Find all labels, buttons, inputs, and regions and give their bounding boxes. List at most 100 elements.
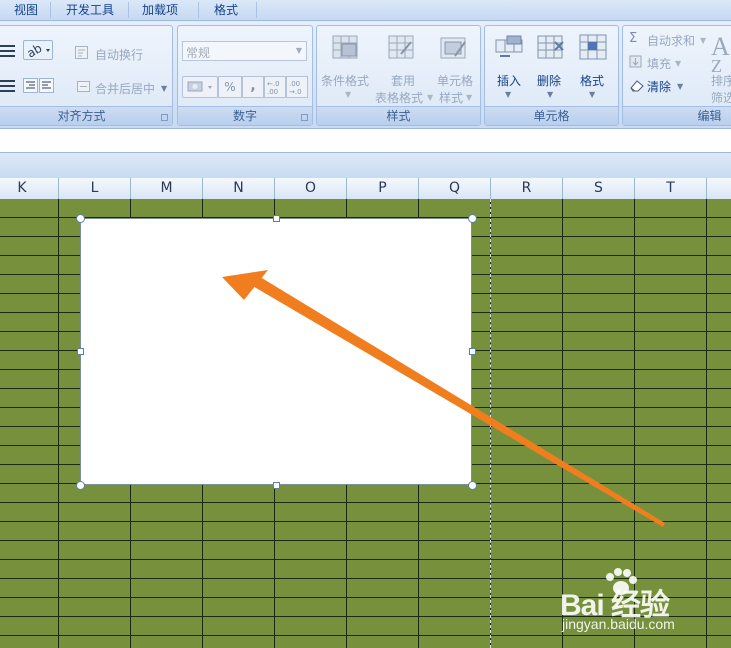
orientation-button[interactable]: ab [23,40,53,61]
fill-button[interactable]: 填充 [647,55,671,72]
format-cells-icon [579,34,607,60]
chevron-down-icon: ▼ [161,84,168,93]
formula-bar-gap [0,128,731,153]
delete-cells-icon [537,35,564,59]
sigma-icon: Σ [629,31,638,46]
format-as-table-icon [388,35,414,59]
cell-styles-icon [440,37,466,59]
tab-format[interactable]: 格式 [214,0,238,20]
format-as-table-label-1: 套用 [391,74,416,88]
baidu-jingyan-watermark: Bai 经验 jingyan.baidu.com [560,568,730,643]
tab-separator [50,2,51,18]
cells-group: 插入 ▼ 删除 ▼ 格式 ▼ 单元格 [484,25,619,126]
svg-text:.00: .00 [267,88,278,96]
increase-decimal-icon: ←.0 .00 [267,80,280,96]
formula-bar[interactable] [0,152,731,179]
svg-text:ab: ab [24,41,44,59]
chevron-down-icon: ▼ [547,90,554,99]
percent-button[interactable]: % [218,76,242,98]
alignment-group-title: 对齐方式 [0,106,172,125]
format-as-table-button[interactable]: 表格格式 [375,89,423,106]
resize-handle-bottom-left[interactable] [76,481,85,490]
column-header-o[interactable]: O [275,178,347,199]
tab-developer[interactable]: 开发工具 [66,0,114,20]
column-header-t[interactable]: T [635,178,707,199]
resize-handle-top-left[interactable] [76,214,85,223]
watermark-site: jingyan.baidu.com [562,616,675,632]
resize-handle-top-right[interactable] [468,214,477,223]
chevron-down-icon: ▼ [700,36,707,45]
currency-icon [187,81,212,92]
dialog-launcher-icon[interactable] [161,114,168,121]
dialog-launcher-icon[interactable] [301,114,308,121]
tab-view[interactable]: 视图 [14,0,38,20]
number-title-text: 数字 [232,109,257,123]
align-right-icon[interactable] [0,79,17,93]
comma-style-button[interactable]: , [242,76,264,98]
number-group: 常规 ▼ % , ←.0 .00 .00 →.0 数字 [177,25,313,126]
column-header-m[interactable]: M [131,178,203,199]
chevron-down-icon: ▼ [505,90,512,99]
editing-group: Σ 自动求和 ▼ 填充 ▼ 清除 ▼ A Z 排序 筛选 编辑 [622,25,731,126]
tab-separator [128,2,129,18]
decrease-decimal-button[interactable]: .00 →.0 [286,76,308,98]
tab-separator [256,2,257,18]
column-header-k[interactable]: K [0,178,59,199]
sort-filter-label-1: 排序 [711,74,731,88]
inserted-shape[interactable] [80,218,472,485]
svg-text:.00: .00 [289,80,300,88]
cell-styles-label-1: 单元格 [437,74,474,88]
resize-handle-right[interactable] [469,348,476,355]
resize-handle-bottom-right[interactable] [468,481,477,490]
column-header-r[interactable]: R [491,178,563,199]
page-break-line [490,199,491,648]
conditional-format-icon [332,35,358,59]
autosum-button[interactable]: 自动求和 [647,32,695,49]
resize-handle-left[interactable] [77,348,84,355]
delete-button[interactable]: 删除 [537,72,561,89]
conditional-format-button[interactable]: 条件格式 [321,72,369,89]
alignment-group: ab 自动换行 合并后居中 ▼ 对齐方式 [0,25,173,126]
chevron-down-icon: ▼ [466,93,473,102]
styles-group-title: 样式 [317,106,480,125]
column-header-s[interactable]: S [563,178,635,199]
clear-button[interactable]: 清除 [647,78,671,95]
editing-title-text: 编辑 [697,109,722,123]
ribbon-tab-bar: 视图 开发工具 加载项 格式 [0,0,731,21]
chevron-down-icon: ▼ [427,93,434,102]
text-orientation-icon: ab [24,41,50,61]
fill-down-icon [629,55,642,68]
eraser-icon [630,80,644,92]
chevron-down-icon: ▼ [295,46,302,55]
styles-title-text: 样式 [386,109,411,123]
tab-addins[interactable]: 加载项 [142,0,178,20]
wrap-text-button[interactable]: 自动换行 [95,46,143,63]
resize-handle-top[interactable] [273,215,280,222]
column-header-row: K L M N O P Q R S T [0,178,731,200]
format-button[interactable]: 格式 [580,72,604,89]
indent-icons[interactable] [23,78,55,94]
cells-group-title: 单元格 [485,106,618,125]
merge-center-button[interactable]: 合并后居中 [95,80,155,97]
column-header-l[interactable]: L [59,178,131,199]
increase-decimal-button[interactable]: ←.0 .00 [264,76,286,98]
chevron-down-icon: ▼ [345,90,352,99]
column-header-u[interactable] [707,178,731,199]
number-format-value: 常规 [186,46,211,60]
insert-cells-icon [495,35,523,57]
align-justify-icon[interactable] [0,44,17,58]
merge-center-icon [77,81,90,92]
editing-group-title: 编辑 [623,106,731,125]
currency-button[interactable] [182,76,218,98]
column-header-p[interactable]: P [347,178,419,199]
tab-separator [198,2,199,18]
svg-text:→.0: →.0 [289,88,302,96]
insert-button[interactable]: 插入 [497,72,521,89]
cell-styles-button[interactable]: 样式 [439,89,463,106]
sort-filter-button[interactable]: 筛选 [711,89,731,106]
resize-handle-bottom[interactable] [273,482,280,489]
column-header-n[interactable]: N [203,178,275,199]
number-format-select[interactable]: 常规 ▼ [182,41,307,61]
column-header-q[interactable]: Q [419,178,491,199]
cells-title-text: 单元格 [533,109,570,123]
